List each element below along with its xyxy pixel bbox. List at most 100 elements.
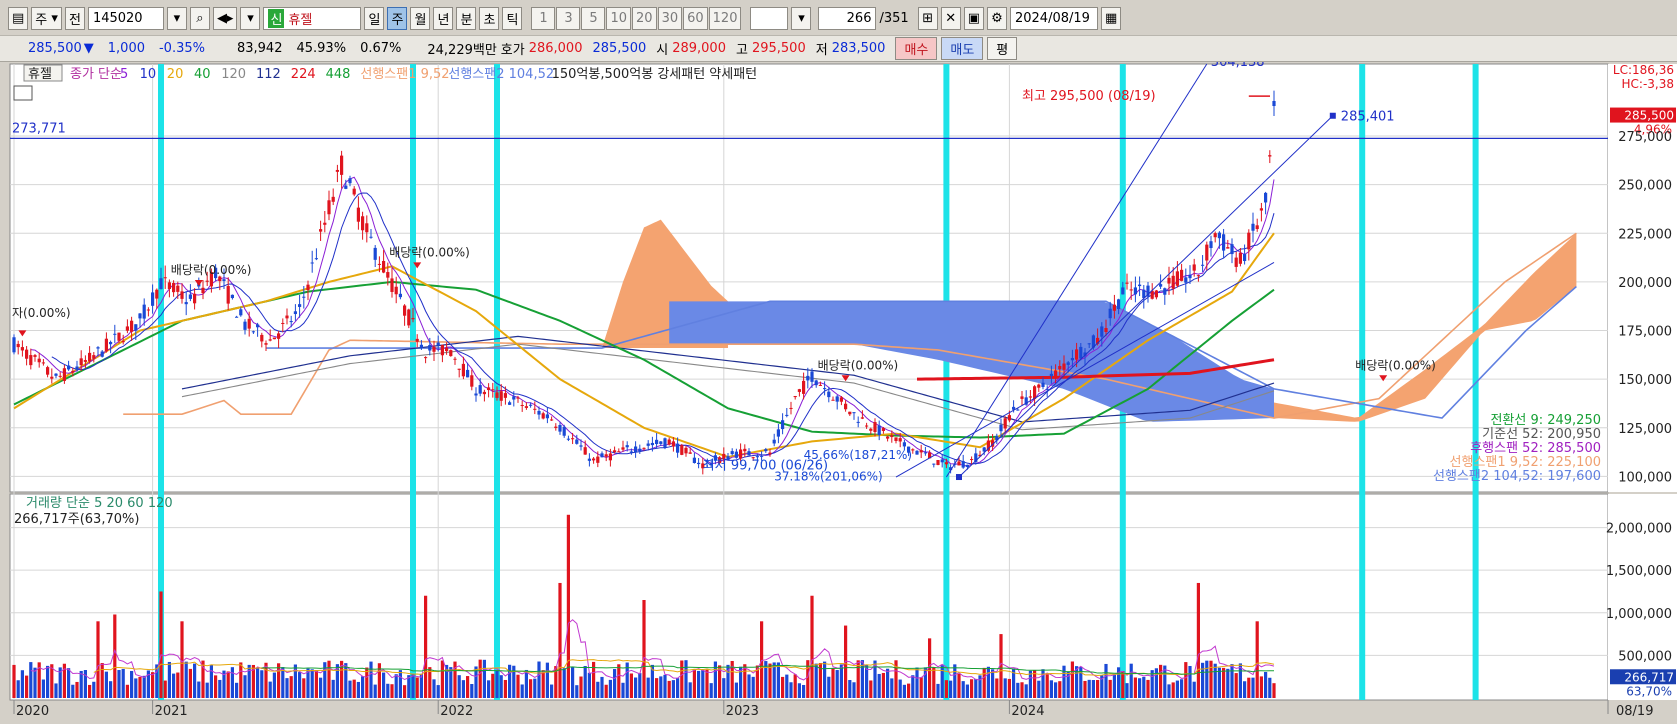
tab-period-6[interactable]: 틱: [502, 7, 523, 30]
volume-bar: [487, 680, 491, 698]
candle-body: [1020, 396, 1024, 399]
candle-body: [37, 358, 41, 363]
candle-body: [71, 370, 75, 373]
gear-icon[interactable]: ⚙: [986, 7, 1007, 30]
x-end-label: 08/19: [1616, 704, 1653, 719]
candle-body: [125, 326, 129, 331]
legend-item: 112: [256, 67, 281, 82]
tab-interval-3[interactable]: 3: [556, 7, 581, 30]
stock-chart[interactable]: 273,771 304,138 285,401 최고 295,500 (08/19) 4…: [0, 62, 1677, 724]
volume-bar: [33, 667, 37, 698]
candle-body: [440, 345, 444, 356]
candle-body: [230, 294, 234, 299]
change-percent: -0.35%: [158, 41, 205, 56]
volume-bar: [188, 668, 192, 698]
tab-period-2[interactable]: 월: [410, 7, 431, 30]
volume-bar: [1159, 664, 1163, 698]
tab-period-3[interactable]: 년: [433, 7, 454, 30]
stock-name-field[interactable]: 신 휴젤: [263, 7, 362, 30]
date-input[interactable]: 2024/08/19: [1009, 7, 1098, 30]
volume-bar: [239, 662, 243, 698]
candle-body: [919, 450, 923, 453]
channel-top-label: 304,138: [1211, 62, 1265, 70]
candle-body: [655, 439, 659, 445]
candle-body: [239, 309, 243, 316]
volume-bar: [415, 677, 419, 698]
candle-body: [999, 424, 1003, 432]
interval-input[interactable]: [750, 7, 789, 30]
sell-button[interactable]: 매도: [941, 37, 984, 60]
volume-bar: [1251, 677, 1255, 698]
eval-button[interactable]: 평: [987, 37, 1018, 60]
legend-item: 선행스팬1 9,52: [360, 66, 449, 82]
candle-body: [1125, 282, 1129, 284]
candle-body: [671, 441, 675, 447]
calendar-icon[interactable]: ▦: [1100, 7, 1122, 30]
cross-cursor-icon[interactable]: ✕: [940, 7, 961, 30]
candle-body: [692, 457, 696, 464]
volume-bar: [768, 663, 772, 698]
tab-interval-10[interactable]: 10: [606, 7, 632, 30]
ichimoku-readout: 기준선 52: 200,950: [1482, 427, 1601, 442]
mode-select[interactable]: 주 ▾: [31, 7, 62, 30]
tab-period-1[interactable]: 주: [387, 7, 408, 30]
interval-dropdown-icon[interactable]: ▾: [791, 7, 812, 30]
candle-body: [218, 276, 222, 282]
volume-bar: [1075, 666, 1079, 698]
candle-body: [1003, 418, 1007, 429]
tab-interval-1[interactable]: 1: [531, 7, 556, 30]
prev-button[interactable]: 전: [64, 7, 85, 30]
candle-body: [445, 347, 449, 352]
candle-body: [508, 402, 512, 405]
speaker-dropdown-icon[interactable]: ▾: [240, 7, 261, 30]
tab-interval-5[interactable]: 5: [581, 7, 606, 30]
candle-body: [1028, 396, 1032, 398]
candle-body: [797, 389, 801, 392]
volume-bar: [852, 682, 856, 698]
tab-interval-30[interactable]: 30: [657, 7, 683, 30]
candle-body: [503, 393, 507, 398]
candle-body: [470, 375, 474, 387]
code-dropdown-icon[interactable]: ▾: [166, 7, 187, 30]
candle-body: [831, 399, 835, 401]
volume-bar: [1175, 680, 1179, 698]
candle-body: [487, 387, 491, 391]
layout-icon[interactable]: ▤: [8, 7, 29, 30]
candle-body: [1222, 234, 1226, 251]
tab-period-5[interactable]: 초: [479, 7, 500, 30]
code-input[interactable]: 145020: [87, 7, 164, 30]
tab-interval-20[interactable]: 20: [632, 7, 657, 30]
tab-interval-60[interactable]: 60: [683, 7, 708, 30]
search-icon[interactable]: ⌕: [189, 7, 210, 30]
candle-body: [478, 385, 482, 394]
crosshair-icon[interactable]: ⊞: [917, 7, 938, 30]
candle-body: [806, 375, 810, 381]
volume-bar: [974, 678, 978, 698]
volume-bar: [386, 683, 390, 698]
volume-bar: [1196, 582, 1200, 698]
buy-button[interactable]: 매수: [895, 37, 938, 60]
candle-body: [142, 304, 146, 319]
toolbar: ▤ 주 ▾ 전 145020 ▾ ⌕ ◀▸ ▾ 신 휴젤 일주월년분초틱 135…: [0, 2, 1677, 36]
candle-body: [1121, 287, 1125, 295]
candle-body: [466, 369, 470, 378]
candle-body: [335, 169, 339, 172]
candle-body: [613, 450, 617, 453]
legend-item: 448: [326, 67, 351, 82]
volume-bar: [1146, 679, 1150, 698]
tab-period-0[interactable]: 일: [364, 7, 385, 30]
count-input[interactable]: 266: [818, 7, 877, 30]
candle-body: [781, 420, 785, 430]
volume-bar: [902, 684, 906, 698]
tab-period-4[interactable]: 분: [456, 7, 477, 30]
channel-mid-label: 285,401: [1341, 110, 1395, 125]
volume-bar: [881, 672, 885, 698]
candle-body: [96, 347, 100, 349]
speaker-icon[interactable]: ◀▸: [212, 7, 238, 30]
volume-bar: [776, 662, 780, 698]
tab-interval-120[interactable]: 120: [708, 7, 742, 30]
save-icon[interactable]: ▣: [963, 7, 984, 30]
volume-bar: [1259, 676, 1263, 698]
candle-body: [944, 462, 948, 465]
volume-bar: [701, 669, 705, 698]
